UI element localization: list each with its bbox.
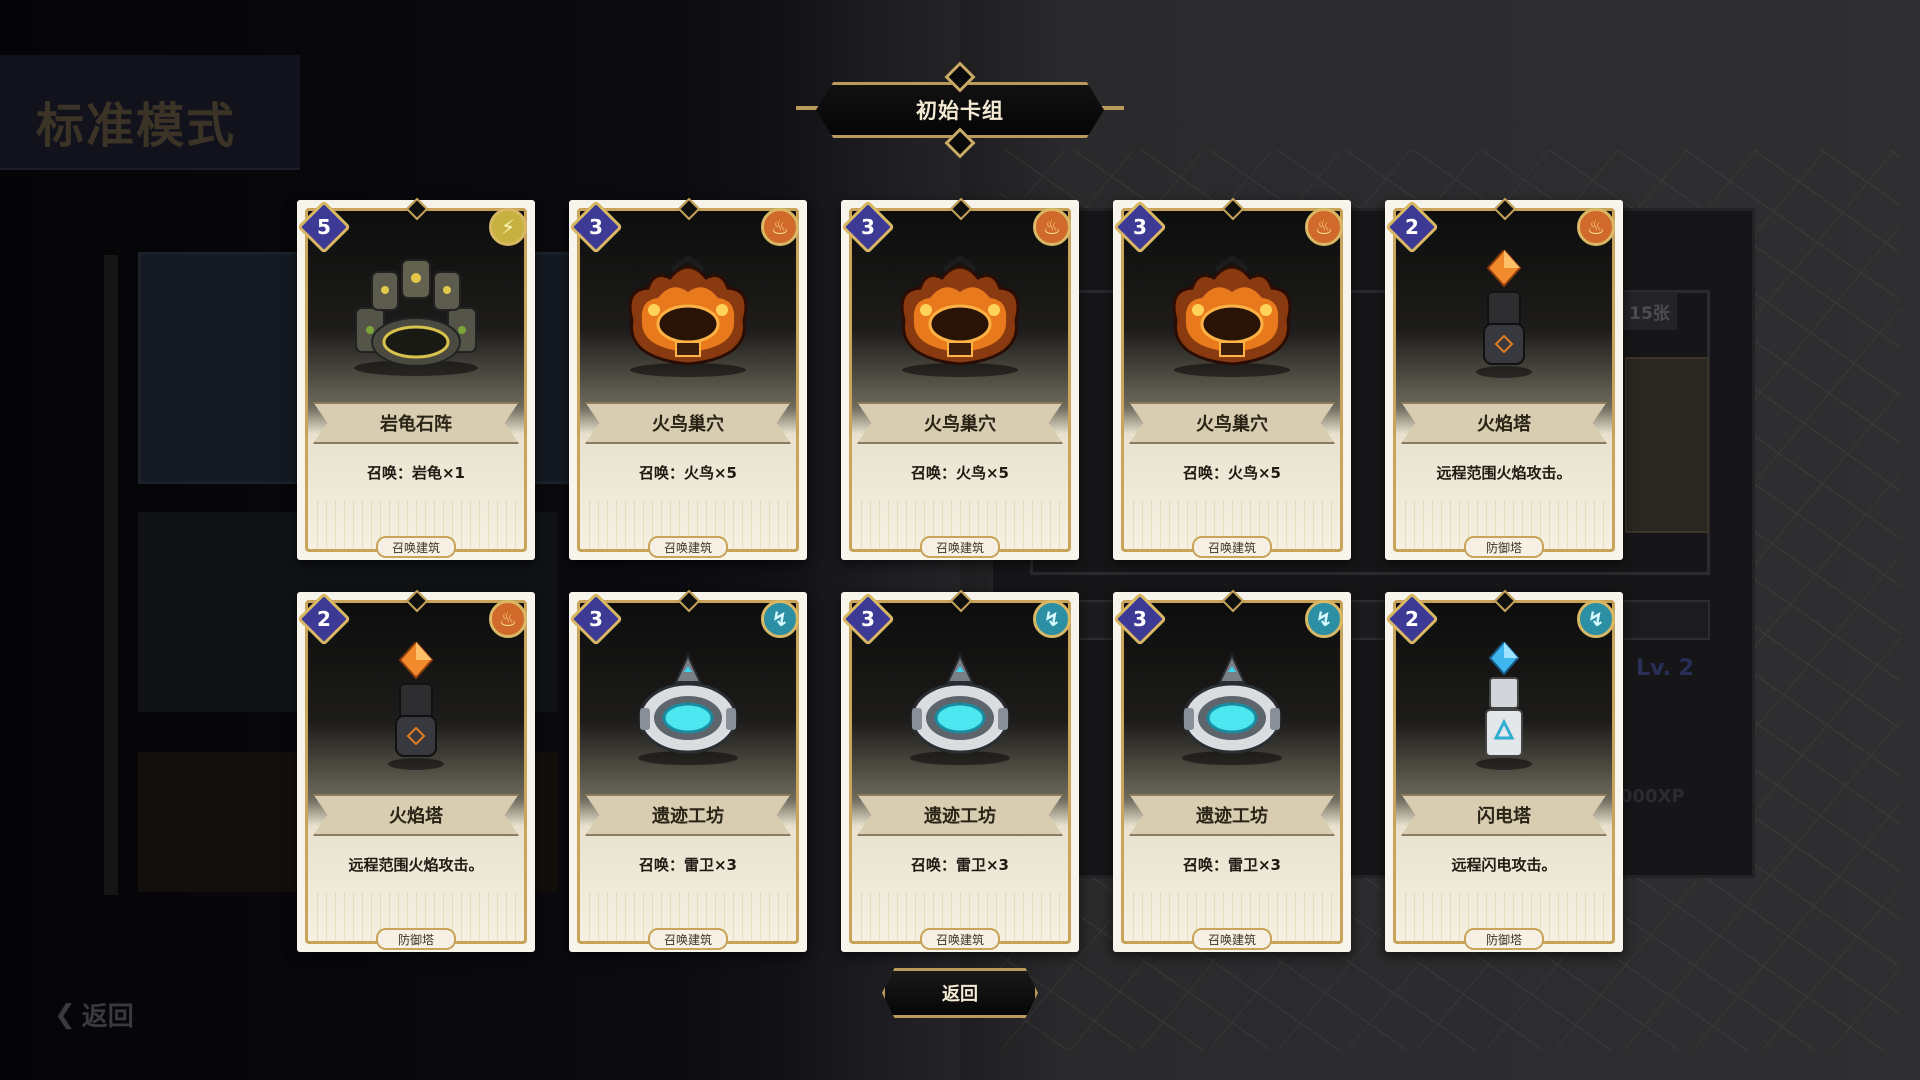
card-top-ornament — [609, 600, 767, 614]
card-art-stone-ring — [342, 250, 490, 380]
card-type-badge: 召唤建筑 — [920, 536, 1000, 558]
level-text: Lv. 2 — [1636, 656, 1694, 681]
card-type-badge: 防御塔 — [1464, 928, 1544, 950]
card[interactable]: 2 ♨ 火焰塔 远程范围火焰攻击。 防御塔 — [1385, 200, 1623, 560]
card-cost: 3 — [589, 607, 603, 631]
lightning-icon: ↯ — [1577, 600, 1615, 638]
card[interactable]: 3 ♨ 火鸟巢穴 召唤：火鸟×5 召唤建筑 — [841, 200, 1079, 560]
card[interactable]: 2 ♨ 火焰塔 远程范围火焰攻击。 防御塔 — [297, 592, 535, 952]
card-cost: 3 — [861, 607, 875, 631]
card-name: 火焰塔 — [313, 794, 519, 836]
dialog-title-banner: 初始卡组 — [796, 61, 1124, 159]
flame-icon: ♨ — [489, 600, 527, 638]
card-description: 召唤：雷卫×3 — [910, 856, 1009, 874]
card-top-ornament — [1153, 208, 1311, 222]
card-type-badge: 召唤建筑 — [648, 928, 728, 950]
card-name: 火鸟巢穴 — [857, 402, 1063, 444]
card[interactable]: 2 ↯ 闪电塔 远程闪电攻击。 防御塔 — [1385, 592, 1623, 952]
card-top-ornament — [1153, 600, 1311, 614]
card-description: 远程范围火焰攻击。 — [1436, 464, 1572, 482]
card-description: 远程范围火焰攻击。 — [348, 856, 484, 874]
deck-count-badge: 15张 — [1622, 292, 1677, 330]
card-description: 召唤：雷卫×3 — [638, 856, 737, 874]
lightning-icon: ↯ — [1305, 600, 1343, 638]
card-cost: 3 — [589, 215, 603, 239]
card-art-fire-nest — [614, 250, 762, 380]
card-description: 召唤：火鸟×5 — [1182, 464, 1281, 482]
lightning-icon: ↯ — [1033, 600, 1071, 638]
card-art-fire-tower — [342, 640, 490, 772]
card-name: 遗迹工坊 — [1129, 794, 1335, 836]
card-description: 召唤：火鸟×5 — [910, 464, 1009, 482]
card-top-ornament — [881, 600, 1039, 614]
card-top-ornament — [1425, 208, 1583, 222]
card-art-thunder-tower — [1430, 640, 1578, 772]
card-name: 遗迹工坊 — [585, 794, 791, 836]
flame-icon: ♨ — [761, 208, 799, 246]
card-top-ornament — [337, 600, 495, 614]
card-type-badge: 召唤建筑 — [920, 928, 1000, 950]
card-art-relic-workshop — [1158, 642, 1306, 772]
card-description: 召唤：火鸟×5 — [638, 464, 737, 482]
card-top-ornament — [609, 208, 767, 222]
card-art-fire-nest — [886, 250, 1034, 380]
card-description: 召唤：雷卫×3 — [1182, 856, 1281, 874]
card[interactable]: 3 ♨ 火鸟巢穴 召唤：火鸟×5 召唤建筑 — [1113, 200, 1351, 560]
card-type-badge: 防御塔 — [376, 928, 456, 950]
xp-text: 000XP — [1620, 786, 1685, 807]
card-cost: 2 — [1405, 607, 1419, 631]
card-description: 远程闪电攻击。 — [1451, 856, 1557, 874]
card-cost: 3 — [861, 215, 875, 239]
card[interactable]: 5 ⚡ 岩龟石阵 召唤：岩龟×1 召唤建筑 — [297, 200, 535, 560]
card[interactable]: 3 ↯ 遗迹工坊 召唤：雷卫×3 召唤建筑 — [841, 592, 1079, 952]
background-back-label: 返回 — [81, 1002, 134, 1032]
mode-title: 标准模式 — [36, 98, 237, 154]
card-cost: 3 — [1133, 607, 1147, 631]
card-top-ornament — [1425, 600, 1583, 614]
card[interactable]: 3 ↯ 遗迹工坊 召唤：雷卫×3 召唤建筑 — [569, 592, 807, 952]
card-type-badge: 防御塔 — [1464, 536, 1544, 558]
dialog-title: 初始卡组 — [916, 98, 1004, 123]
card-art-fire-tower — [1430, 248, 1578, 380]
card-cost: 2 — [317, 607, 331, 631]
card-name: 火焰塔 — [1401, 402, 1607, 444]
lightning-icon: ↯ — [761, 600, 799, 638]
card-art-relic-workshop — [614, 642, 762, 772]
sidebar-strip — [104, 255, 118, 895]
card[interactable]: 3 ↯ 遗迹工坊 召唤：雷卫×3 召唤建筑 — [1113, 592, 1351, 952]
card-name: 闪电塔 — [1401, 794, 1607, 836]
card-top-ornament — [337, 208, 495, 222]
card-cost: 5 — [317, 215, 331, 239]
flame-icon: ♨ — [1305, 208, 1343, 246]
card-art-relic-workshop — [886, 642, 1034, 772]
background-back-link: ❮ 返回 — [54, 996, 134, 1033]
card-name: 火鸟巢穴 — [585, 402, 791, 444]
back-button[interactable]: 返回 — [882, 968, 1038, 1018]
card-type-badge: 召唤建筑 — [376, 536, 456, 558]
chevron-left-icon: ❮ — [54, 999, 76, 1030]
card-cost: 3 — [1133, 215, 1147, 239]
card-top-ornament — [881, 208, 1039, 222]
card-cost: 2 — [1405, 215, 1419, 239]
card-name: 火鸟巢穴 — [1129, 402, 1335, 444]
card-description: 召唤：岩龟×1 — [366, 464, 465, 482]
flame-icon: ♨ — [1577, 208, 1615, 246]
card-name: 岩龟石阵 — [313, 402, 519, 444]
card-type-badge: 召唤建筑 — [648, 536, 728, 558]
card-type-badge: 召唤建筑 — [1192, 928, 1272, 950]
card-type-badge: 召唤建筑 — [1192, 536, 1272, 558]
card[interactable]: 3 ♨ 火鸟巢穴 召唤：火鸟×5 召唤建筑 — [569, 200, 807, 560]
flame-icon: ♨ — [1033, 208, 1071, 246]
card-art-fire-nest — [1158, 250, 1306, 380]
card-name: 遗迹工坊 — [857, 794, 1063, 836]
bolt-icon: ⚡ — [489, 208, 527, 246]
mini-card-preview — [1625, 357, 1709, 533]
